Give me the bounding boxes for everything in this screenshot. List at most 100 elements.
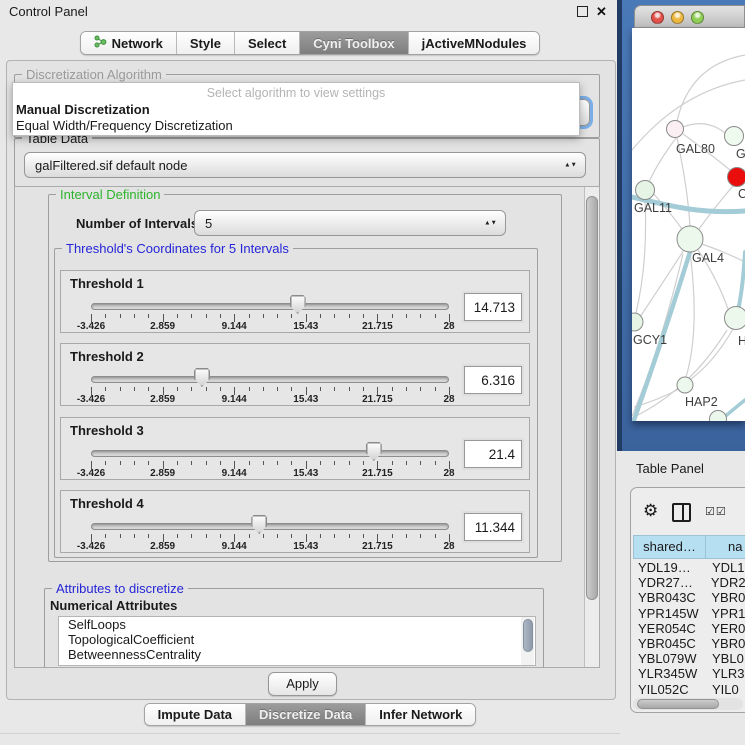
node-label: GA xyxy=(736,147,745,161)
table-row[interactable]: YDR27…YDR2 xyxy=(632,575,745,590)
table-row[interactable]: YLR345WYLR3 xyxy=(632,666,745,681)
algorithm-dropdown: Select algorithm to view settings Manual… xyxy=(12,82,580,136)
threshold-value-field[interactable]: 21.4 xyxy=(464,440,522,468)
close-traffic-light[interactable] xyxy=(651,11,664,24)
threshold-slider-handle[interactable] xyxy=(366,442,382,461)
minimize-traffic-light[interactable] xyxy=(671,11,684,24)
network-graph: GAL80GACGAL11GAL4GCY1HHAP2 xyxy=(632,28,745,421)
attribute-item-topologicalcoefficient[interactable]: TopologicalCoefficient xyxy=(59,632,535,647)
threshold-label: Threshold 1 xyxy=(70,276,144,291)
threshold-slider-track[interactable] xyxy=(91,376,449,383)
column-header-name[interactable]: na xyxy=(705,535,745,559)
network-node-gal11[interactable] xyxy=(636,181,655,200)
attributes-scrollbar-thumb[interactable] xyxy=(523,619,533,652)
tab-jactivemnodules[interactable]: jActiveMNodules xyxy=(408,32,540,54)
checkbox-icons[interactable]: ☑☑ xyxy=(705,505,727,518)
tab-cyni-toolbox[interactable]: Cyni Toolbox xyxy=(299,32,407,54)
table-row[interactable]: YPR145WYPR1 xyxy=(632,606,745,621)
tab-label: Impute Data xyxy=(158,707,232,722)
network-node-h[interactable] xyxy=(725,307,745,330)
tick-label: 28 xyxy=(443,541,454,552)
tab-style[interactable]: Style xyxy=(176,32,234,54)
tab-label: Discretize Data xyxy=(259,707,352,722)
numerical-attributes-label: Numerical Attributes xyxy=(50,598,177,613)
columns-icon[interactable] xyxy=(672,503,691,522)
node-label: H xyxy=(738,334,745,348)
table-panel-title: Table Panel xyxy=(636,461,704,476)
tick-label: -3.426 xyxy=(77,468,105,479)
dropdown-item-manual[interactable]: Manual Discretization xyxy=(16,102,150,117)
tab-label: Network xyxy=(112,36,163,51)
close-icon[interactable]: ✕ xyxy=(596,6,607,17)
network-node[interactable] xyxy=(710,411,727,422)
network-node-hap2[interactable] xyxy=(677,377,693,393)
attribute-item-betweennesscentrality[interactable]: BetweennessCentrality xyxy=(59,647,535,662)
float-icon[interactable] xyxy=(577,6,588,17)
dropdown-hint: Select algorithm to view settings xyxy=(13,86,579,100)
tick-label: 2.859 xyxy=(150,541,175,552)
threshold-slider-handle[interactable] xyxy=(251,515,267,534)
slider-tick-labels: -3.4262.8599.14415.4321.71528 xyxy=(91,321,449,333)
tab-discretize-data[interactable]: Discretize Data xyxy=(245,704,365,725)
table-hscrollbar-thumb[interactable] xyxy=(637,699,719,709)
threshold-value-field[interactable]: 6.316 xyxy=(464,366,522,394)
network-edge xyxy=(649,138,676,182)
threshold-value-field[interactable]: 11.344 xyxy=(464,513,522,541)
tick-mark xyxy=(320,314,321,318)
number-of-intervals-combo[interactable]: 5 ▲▼ xyxy=(194,210,506,236)
network-node-gal80[interactable] xyxy=(667,121,684,138)
tick-mark xyxy=(291,534,292,538)
table-row[interactable]: YER054CYER0 xyxy=(632,621,745,636)
network-node-c[interactable] xyxy=(728,168,745,187)
tick-label: 2.859 xyxy=(150,468,175,479)
cell-name: YBL0 xyxy=(704,651,744,666)
node-label: HAP2 xyxy=(685,395,718,409)
tick-mark xyxy=(191,461,192,465)
threshold-slider-handle[interactable] xyxy=(194,368,210,387)
tab-impute-data[interactable]: Impute Data xyxy=(145,704,245,725)
network-edge xyxy=(677,55,745,121)
tab-network[interactable]: Network xyxy=(81,32,176,54)
zoom-traffic-light[interactable] xyxy=(691,11,704,24)
apply-button[interactable]: Apply xyxy=(268,672,337,696)
tick-mark xyxy=(406,534,407,538)
column-header-shared[interactable]: shared… xyxy=(633,535,706,559)
threshold-slider-track[interactable] xyxy=(91,523,449,530)
network-window-titlebar[interactable] xyxy=(634,5,745,28)
threshold-slider-track[interactable] xyxy=(91,303,449,310)
gear-icon[interactable]: ⚙ xyxy=(643,501,658,521)
tick-mark xyxy=(420,461,421,465)
table-data-combo[interactable]: galFiltered.sif default node ▲▼ xyxy=(24,152,586,178)
settings-scrollbar-thumb[interactable] xyxy=(586,196,598,600)
table-rows: YDL19…YDL1YDR27…YDR2YBR043CYBR0YPR145WYP… xyxy=(632,560,745,697)
tab-infer-network[interactable]: Infer Network xyxy=(365,704,475,725)
tick-mark xyxy=(263,461,264,465)
threshold-value-field[interactable]: 14.713 xyxy=(464,293,522,321)
tick-mark xyxy=(334,387,335,391)
table-row[interactable]: YIL052CYIL0 xyxy=(632,682,745,697)
threshold-slider-handle[interactable] xyxy=(290,295,306,314)
panel-title: Control Panel xyxy=(0,0,620,24)
algorithm-group-title: Discretization Algorithm xyxy=(22,67,166,82)
table-row[interactable]: YBL079WYBL0 xyxy=(632,651,745,666)
table-row[interactable]: YDL19…YDL1 xyxy=(632,560,745,575)
table-row[interactable]: YBR045CYBR0 xyxy=(632,636,745,651)
dropdown-item-equal-width[interactable]: Equal Width/Frequency Discretization xyxy=(16,118,233,133)
cell-shared-name: YDL19… xyxy=(632,560,704,575)
tick-mark xyxy=(191,314,192,318)
attribute-item-selfloops[interactable]: SelfLoops xyxy=(59,617,535,632)
tick-mark xyxy=(420,387,421,391)
network-node-gal4[interactable] xyxy=(677,226,703,252)
cell-shared-name: YBL079W xyxy=(632,651,704,666)
network-node-ga[interactable] xyxy=(725,127,744,146)
network-canvas[interactable]: GAL80GACGAL11GAL4GCY1HHAP2 xyxy=(632,28,745,421)
table-row[interactable]: YBR043CYBR0 xyxy=(632,590,745,605)
thresholds-group-title: Threshold's Coordinates for 5 Intervals xyxy=(62,241,293,256)
tab-select[interactable]: Select xyxy=(234,32,299,54)
tick-mark xyxy=(263,314,264,318)
tick-mark xyxy=(349,314,350,318)
tick-mark xyxy=(249,314,250,318)
threshold-slider-track[interactable] xyxy=(91,450,449,457)
tick-label: -3.426 xyxy=(77,541,105,552)
tick-mark xyxy=(177,461,178,465)
